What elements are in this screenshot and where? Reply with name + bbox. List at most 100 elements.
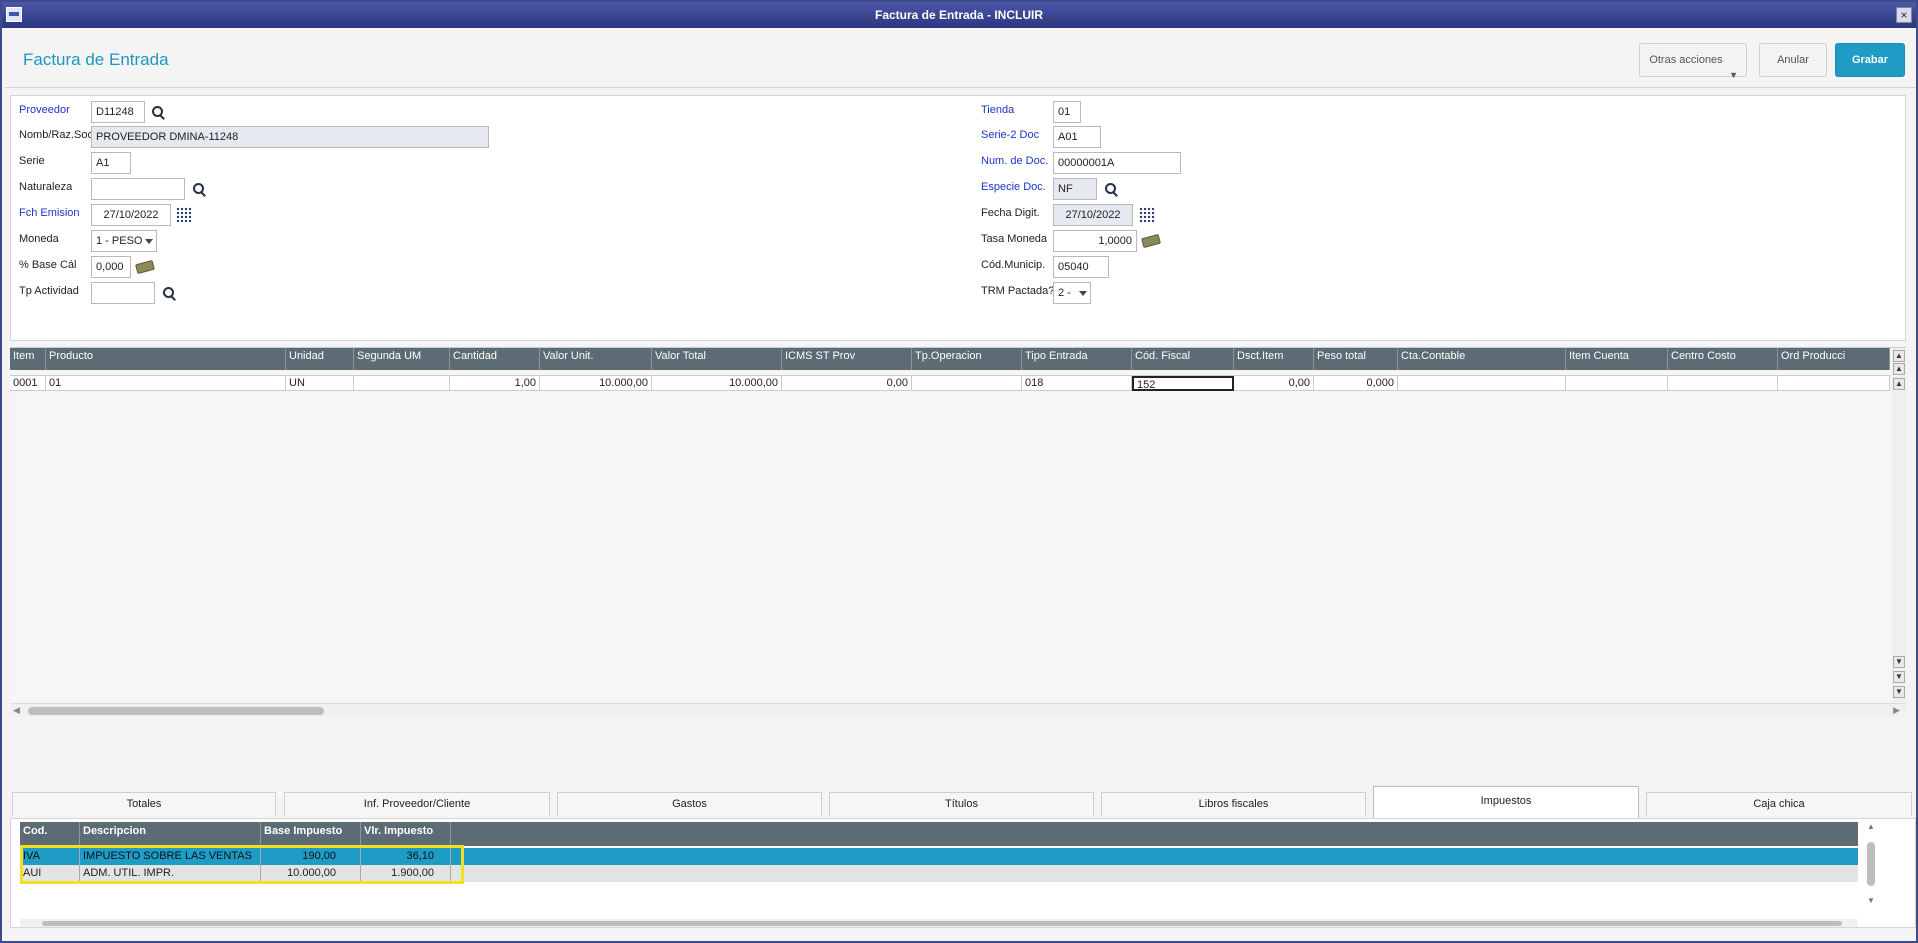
nomb-input[interactable]: PROVEEDOR DMINA-11248 (91, 126, 489, 148)
scroll-thumb[interactable] (42, 921, 1842, 926)
search-icon[interactable] (191, 181, 207, 197)
moneda-label: Moneda (19, 233, 59, 245)
num-doc-input[interactable]: 00000001A (1053, 152, 1181, 174)
cell-producto[interactable]: 01 (46, 376, 286, 391)
search-icon[interactable] (161, 285, 177, 301)
col-header[interactable]: Unidad (286, 348, 354, 370)
cell-valor-unit[interactable]: 10.000,00 (540, 376, 652, 391)
cell-dsct-item[interactable]: 0,00 (1234, 376, 1314, 391)
naturaleza-input[interactable] (91, 178, 185, 200)
tasa-moneda-input[interactable]: 1,0000 (1053, 230, 1137, 252)
especie-input[interactable]: NF (1053, 178, 1097, 200)
tab-gastos[interactable]: Gastos (557, 792, 822, 816)
anular-button[interactable]: Anular (1759, 43, 1827, 77)
tab-impuestos[interactable]: Impuestos (1373, 786, 1639, 818)
serie2-input[interactable]: A01 (1053, 126, 1101, 148)
money-icon[interactable] (1141, 233, 1161, 249)
col-header[interactable]: Item Cuenta (1566, 348, 1668, 370)
col-header[interactable]: Valor Unit. (540, 348, 652, 370)
col-header[interactable]: Cód. Fiscal (1132, 348, 1234, 370)
scroll-down-icon[interactable]: ▼ (1867, 896, 1875, 905)
tab-inf-proveedor[interactable]: Inf. Proveedor/Cliente (284, 792, 550, 816)
num-doc-label: Num. de Doc. (981, 155, 1049, 167)
close-icon[interactable]: × (1896, 7, 1912, 23)
scroll-thumb[interactable] (1867, 842, 1875, 886)
proveedor-input[interactable]: D11248 (91, 101, 145, 123)
col-header[interactable]: Tp.Operacion (912, 348, 1022, 370)
scroll-page-up-icon[interactable]: ▲ (1893, 363, 1905, 375)
trm-pactada-select[interactable]: 2 - (1053, 282, 1091, 304)
tienda-input[interactable]: 01 (1053, 101, 1081, 123)
cell-icms-st-prov[interactable]: 0,00 (782, 376, 912, 391)
search-icon[interactable] (150, 104, 166, 120)
col-header[interactable]: Dsct.Item (1234, 348, 1314, 370)
scroll-page-down-icon[interactable]: ▼ (1893, 671, 1905, 683)
cell-tp-operacion[interactable] (912, 376, 1022, 391)
col-header[interactable]: Peso total (1314, 348, 1398, 370)
col-header[interactable]: Valor Total (652, 348, 782, 370)
items-grid: Item Producto Unidad Segunda UM Cantidad… (10, 347, 1906, 704)
cell-peso-total[interactable]: 0,000 (1314, 376, 1398, 391)
scroll-top-icon[interactable]: ▲ (1893, 350, 1905, 362)
items-vertical-scrollbar[interactable]: ▲ ▲ ▲ ▼ ▼ ▼ (1892, 348, 1906, 704)
table-row[interactable]: 0001 01 UN 1,00 10.000,00 10.000,00 0,00… (10, 375, 1890, 391)
base-cal-input[interactable]: 0,000 (91, 256, 131, 278)
items-horizontal-scrollbar[interactable]: ◀ ▶ (10, 703, 1906, 717)
col-header[interactable]: Vlr. Impuesto (361, 822, 451, 846)
scroll-up-icon[interactable]: ▲ (1867, 822, 1875, 831)
taxes-horizontal-scrollbar[interactable] (20, 919, 1858, 927)
moneda-select[interactable]: 1 - PESO (91, 230, 157, 252)
serie-input[interactable]: A1 (91, 152, 131, 174)
calendar-icon[interactable] (1139, 207, 1155, 223)
fecha-digit-input[interactable]: 27/10/2022 (1053, 204, 1133, 226)
tab-caja-chica[interactable]: Caja chica (1646, 792, 1912, 816)
cell-valor-total[interactable]: 10.000,00 (652, 376, 782, 391)
col-header[interactable]: Cta.Contable (1398, 348, 1566, 370)
tp-actividad-input[interactable] (91, 282, 155, 304)
fch-emision-input[interactable]: 27/10/2022 (91, 204, 171, 226)
scroll-bottom-icon[interactable]: ▼ (1893, 686, 1905, 698)
cell-item[interactable]: 0001 (10, 376, 46, 391)
scroll-up-icon[interactable]: ▲ (1893, 378, 1905, 390)
col-header[interactable]: Tipo Entrada (1022, 348, 1132, 370)
taxes-vertical-scrollbar[interactable]: ▲ ▼ (1864, 822, 1878, 922)
grabar-button[interactable]: Grabar (1835, 43, 1905, 77)
cell-cantidad[interactable]: 1,00 (450, 376, 540, 391)
cell-centro-costo[interactable] (1668, 376, 1778, 391)
cell-unidad[interactable]: UN (286, 376, 354, 391)
cell-ord-produccion[interactable] (1778, 376, 1890, 391)
tab-titulos[interactable]: Títulos (829, 792, 1094, 816)
nomb-label: Nomb/Raz.Soc (19, 129, 93, 141)
col-header[interactable]: Item (10, 348, 46, 370)
col-header[interactable]: Centro Costo (1668, 348, 1778, 370)
app-window: Factura de Entrada - INCLUIR × Factura d… (0, 0, 1918, 943)
scroll-down-icon[interactable]: ▼ (1893, 656, 1905, 668)
cod-municip-input[interactable]: 05040 (1053, 256, 1109, 278)
col-header[interactable]: ICMS ST Prov (782, 348, 912, 370)
otras-acciones-button[interactable]: Otras acciones ▼ (1639, 43, 1747, 80)
cell-segunda-um[interactable] (354, 376, 450, 391)
col-header[interactable]: Descripcion (80, 822, 261, 846)
cell-item-cuenta[interactable] (1566, 376, 1668, 391)
tab-libros-fiscales[interactable]: Libros fiscales (1101, 792, 1366, 816)
col-header[interactable]: Segunda UM (354, 348, 450, 370)
col-header[interactable]: Base Impuesto (261, 822, 361, 846)
chevron-down-icon (1079, 291, 1087, 296)
search-icon[interactable] (1103, 181, 1119, 197)
money-icon[interactable] (135, 259, 155, 275)
cell-cta-contable[interactable] (1398, 376, 1566, 391)
col-header[interactable]: Cantidad (450, 348, 540, 370)
items-grid-header: Item Producto Unidad Segunda UM Cantidad… (10, 348, 1890, 370)
col-header[interactable]: Producto (46, 348, 286, 370)
scroll-left-icon[interactable]: ◀ (13, 705, 20, 716)
scroll-thumb[interactable] (28, 707, 324, 715)
col-header[interactable]: Cod. (20, 822, 80, 846)
folder-tabs: Totales Inf. Proveedor/Cliente Gastos Tí… (10, 786, 1916, 818)
window-title: Factura de Entrada - INCLUIR (874, 8, 1044, 22)
calendar-icon[interactable] (176, 207, 192, 223)
scroll-right-icon[interactable]: ▶ (1893, 705, 1900, 716)
cell-cod-fiscal[interactable]: 152 (1132, 376, 1234, 391)
tab-totales[interactable]: Totales (12, 792, 276, 816)
cell-tipo-entrada[interactable]: 018 (1022, 376, 1132, 391)
col-header[interactable]: Ord Producci (1778, 348, 1890, 370)
